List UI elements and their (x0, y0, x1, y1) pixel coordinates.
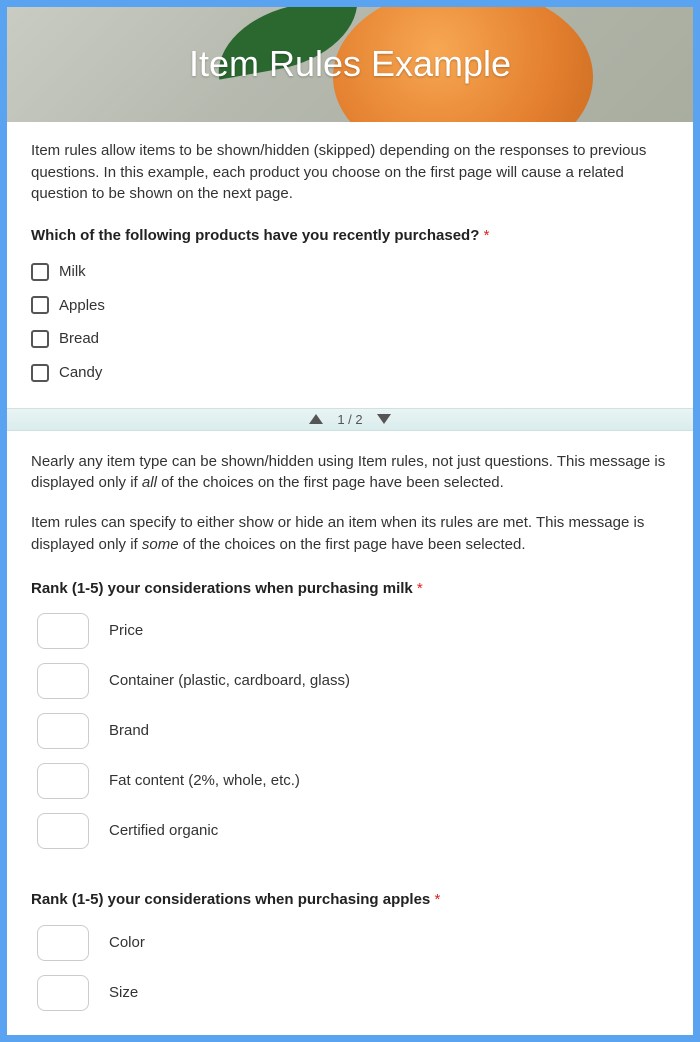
rank-item: Price (37, 613, 669, 649)
required-indicator: * (434, 891, 440, 908)
rank-label: Certified organic (109, 820, 218, 842)
question-milk-block: Rank (1-5) your considerations when purc… (31, 578, 669, 850)
checkbox-icon[interactable] (31, 296, 49, 314)
checkbox-label: Apples (59, 295, 105, 317)
page1-section: Item rules allow items to be shown/hidde… (7, 122, 693, 408)
rank-label: Container (plastic, cardboard, glass) (109, 670, 350, 692)
page-indicator: 1 / 2 (337, 412, 362, 427)
question-apples-prompt: Rank (1-5) your considerations when purc… (31, 891, 430, 908)
page2-section: Nearly any item type can be shown/hidden… (7, 431, 693, 1036)
rank-input-brand[interactable] (37, 713, 89, 749)
question-apples-block: Rank (1-5) your considerations when purc… (31, 889, 669, 1011)
checkbox-option-candy[interactable]: Candy (31, 362, 669, 384)
question1-prompt: Which of the following products have you… (31, 227, 479, 244)
checkbox-label: Milk (59, 261, 86, 283)
msg-all-post: of the choices on the first page have be… (157, 474, 504, 491)
checkbox-option-milk[interactable]: Milk (31, 261, 669, 283)
rank-input-container[interactable] (37, 663, 89, 699)
msg-some-post: of the choices on the first page have be… (179, 536, 526, 553)
page-nav-bar: 1 / 2 (7, 408, 693, 431)
message-all-selected: Nearly any item type can be shown/hidden… (31, 451, 669, 495)
msg-all-em: all (142, 474, 157, 491)
rank-list-apples: Color Size (31, 925, 669, 1011)
rank-label: Fat content (2%, whole, etc.) (109, 770, 300, 792)
question-milk-prompt-row: Rank (1-5) your considerations when purc… (31, 578, 669, 600)
form-title: Item Rules Example (189, 43, 511, 85)
rank-item: Fat content (2%, whole, etc.) (37, 763, 669, 799)
rank-input-fat[interactable] (37, 763, 89, 799)
checkbox-option-apples[interactable]: Apples (31, 295, 669, 317)
msg-some-em: some (142, 536, 179, 553)
rank-item: Container (plastic, cardboard, glass) (37, 663, 669, 699)
rank-input-size[interactable] (37, 975, 89, 1011)
question1-prompt-row: Which of the following products have you… (31, 225, 669, 247)
rank-label: Color (109, 932, 145, 954)
checkbox-icon[interactable] (31, 364, 49, 382)
question-apples-prompt-row: Rank (1-5) your considerations when purc… (31, 889, 669, 911)
message-some-selected: Item rules can specify to either show or… (31, 512, 669, 556)
intro-text: Item rules allow items to be shown/hidde… (31, 140, 669, 205)
rank-item: Color (37, 925, 669, 961)
rank-item: Certified organic (37, 813, 669, 849)
rank-label: Size (109, 982, 138, 1004)
checkbox-icon[interactable] (31, 263, 49, 281)
header-banner: Item Rules Example (7, 7, 693, 122)
rank-label: Price (109, 620, 143, 642)
checkbox-option-bread[interactable]: Bread (31, 328, 669, 350)
question-milk-prompt: Rank (1-5) your considerations when purc… (31, 580, 413, 597)
rank-input-color[interactable] (37, 925, 89, 961)
checkbox-label: Bread (59, 328, 99, 350)
checkbox-label: Candy (59, 362, 102, 384)
rank-item: Brand (37, 713, 669, 749)
page-up-icon[interactable] (309, 414, 323, 424)
rank-input-organic[interactable] (37, 813, 89, 849)
rank-list-milk: Price Container (plastic, cardboard, gla… (31, 613, 669, 849)
rank-label: Brand (109, 720, 149, 742)
form-container: Item Rules Example Item rules allow item… (7, 7, 693, 1035)
required-indicator: * (484, 227, 490, 244)
page-down-icon[interactable] (377, 414, 391, 424)
rank-input-price[interactable] (37, 613, 89, 649)
rank-item: Size (37, 975, 669, 1011)
checkbox-icon[interactable] (31, 330, 49, 348)
required-indicator: * (417, 580, 423, 597)
question1-options: Milk Apples Bread Candy (31, 261, 669, 384)
